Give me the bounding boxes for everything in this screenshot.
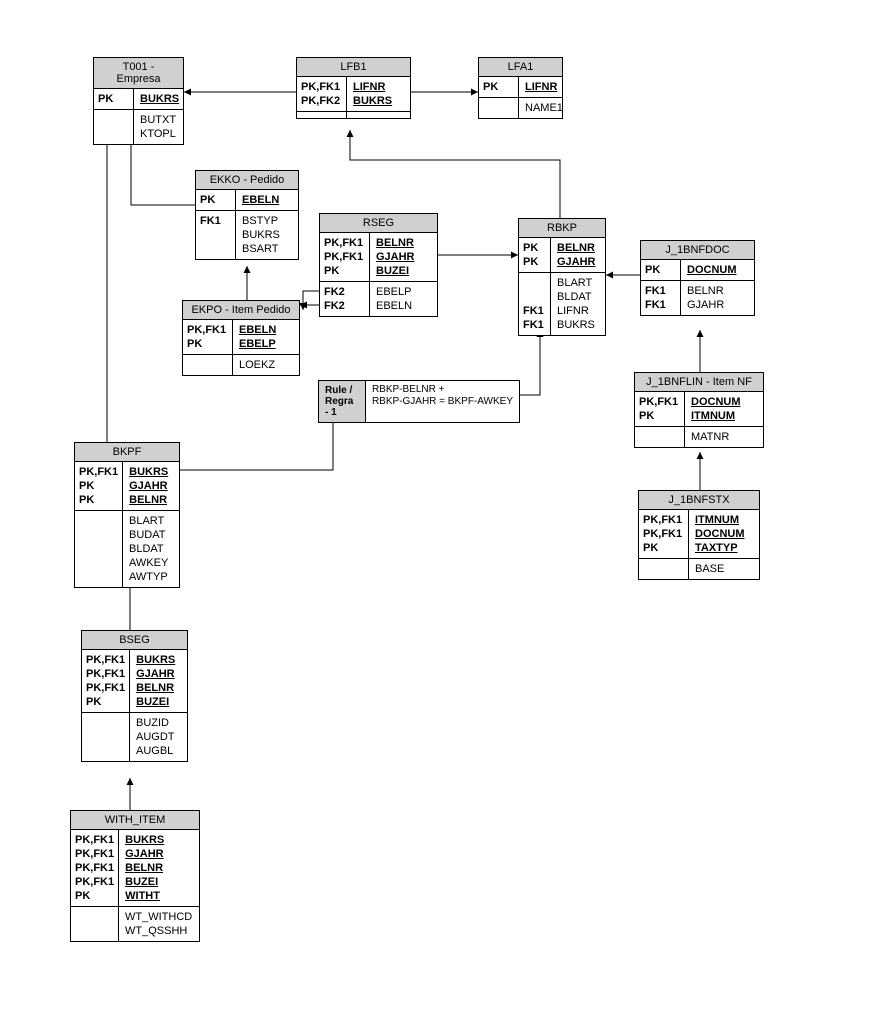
entity-title: BKPF <box>75 443 179 462</box>
attr-fields: MATNR <box>685 427 735 447</box>
attr-fields: BELNR GJAHR <box>681 281 730 315</box>
attr-fields: BASE <box>689 559 730 579</box>
attr-keys <box>82 713 130 761</box>
entity-title: EKKO - Pedido <box>196 171 298 190</box>
entity-title: LFA1 <box>479 58 562 77</box>
attr-keys <box>635 427 685 447</box>
attr-keys <box>297 112 347 118</box>
pk-keys: PK,FK1 PK <box>635 392 685 426</box>
attr-fields: BUZID AUGDT AUGBL <box>130 713 181 761</box>
pk-keys: PK,FK1 PK PK <box>75 462 123 510</box>
attr-keys <box>639 559 689 579</box>
entity-title: LFB1 <box>297 58 410 77</box>
attr-keys <box>479 98 519 118</box>
pk-fields: BUKRS GJAHR BELNR BUZEI WITHT <box>125 834 164 902</box>
entity-ekko: EKKO - Pedido PK EBELN FK1 BSTYP BUKRS B… <box>195 170 299 260</box>
entity-rseg: RSEG PK,FK1 PK,FK1 PK BELNR GJAHR BUZEI … <box>319 213 438 317</box>
entity-title: RBKP <box>519 219 605 238</box>
pk-fields: EBELN EBELP <box>239 324 276 350</box>
entity-lfb1: LFB1 PK,FK1 PK,FK2 LIFNR BUKRS <box>296 57 411 119</box>
entity-title: WITH_ITEM <box>71 811 199 830</box>
pk-fields: DOCNUM ITMNUM <box>691 396 741 422</box>
entity-withitem: WITH_ITEM PK,FK1 PK,FK1 PK,FK1 PK,FK1 PK… <box>70 810 200 942</box>
attr-keys: FK1 FK1 <box>641 281 681 315</box>
attr-keys <box>71 907 119 941</box>
attr-keys: FK1 <box>196 211 236 259</box>
attr-fields: NAME1 <box>519 98 569 118</box>
attr-fields: BSTYP BUKRS BSART <box>236 211 286 259</box>
note-label: Rule / Regra - 1 <box>319 381 366 422</box>
entity-j1bnflin: J_1BNFLIN - Item NF PK,FK1 PK DOCNUM ITM… <box>634 372 764 448</box>
pk-fields: ITMNUM DOCNUM TAXTYP <box>695 514 745 554</box>
entity-bkpf: BKPF PK,FK1 PK PK BUKRS GJAHR BELNR BLAR… <box>74 442 180 588</box>
entity-bseg: BSEG PK,FK1 PK,FK1 PK,FK1 PK BUKRS GJAHR… <box>81 630 188 762</box>
entity-ekpo: EKPO - Item Pedido PK,FK1 PK EBELN EBELP… <box>182 300 300 376</box>
pk-fields: BUKRS GJAHR BELNR BUZEI <box>136 654 175 708</box>
pk-keys: PK,FK1 PK,FK1 PK,FK1 PK <box>82 650 130 712</box>
pk-fields: DOCNUM <box>687 264 737 276</box>
entity-title: J_1BNFSTX <box>639 491 759 510</box>
pk-fields: BUKRS GJAHR BELNR <box>129 466 168 506</box>
attr-fields: BLART BLDAT LIFNR BUKRS <box>551 273 601 335</box>
pk-keys: PK <box>641 260 681 280</box>
pk-keys: PK,FK1 PK <box>183 320 233 354</box>
note-text: RBKP-BELNR + RBKP-GJAHR = BKPF-AWKEY <box>366 381 519 422</box>
rule-note: Rule / Regra - 1 RBKP-BELNR + RBKP-GJAHR… <box>318 380 520 423</box>
pk-keys: PK,FK1 PK,FK2 <box>297 77 347 111</box>
pk-keys: PK,FK1 PK,FK1 PK,FK1 PK,FK1 PK <box>71 830 119 906</box>
attr-keys: FK1 FK1 <box>519 273 551 335</box>
pk-fields: BELNR GJAHR BUZEI <box>376 237 415 277</box>
pk-keys: PK PK <box>519 238 551 272</box>
pk-fields: BUKRS <box>140 93 179 105</box>
attr-fields: WT_WITHCD WT_QSSHH <box>119 907 198 941</box>
pk-keys: PK,FK1 PK,FK1 PK <box>639 510 689 558</box>
er-diagram-canvas: T001 - Empresa PK BUKRS BUTXT KTOPL LFB1… <box>0 0 872 1032</box>
pk-fields: LIFNR BUKRS <box>353 81 392 107</box>
attr-fields: EBELP EBELN <box>370 282 418 316</box>
attr-keys <box>94 110 134 144</box>
attr-keys <box>75 511 123 587</box>
attr-fields: LOEKZ <box>233 355 281 375</box>
attr-fields <box>347 112 359 118</box>
attr-fields: BUTXT KTOPL <box>134 110 182 144</box>
entity-title: EKPO - Item Pedido <box>183 301 299 320</box>
pk-fields: BELNR GJAHR <box>557 242 596 268</box>
pk-keys: PK,FK1 PK,FK1 PK <box>320 233 370 281</box>
pk-keys: PK <box>94 89 134 109</box>
pk-keys: PK <box>196 190 236 210</box>
entity-lfa1: LFA1 PK LIFNR NAME1 <box>478 57 563 119</box>
attr-keys: FK2 FK2 <box>320 282 370 316</box>
entity-title: T001 - Empresa <box>94 58 183 89</box>
entity-title: J_1BNFLIN - Item NF <box>635 373 763 392</box>
entity-title: RSEG <box>320 214 437 233</box>
entity-j1bnfdoc: J_1BNFDOC PK DOCNUM FK1 FK1 BELNR GJAHR <box>640 240 755 316</box>
pk-fields: LIFNR <box>525 81 557 93</box>
entity-title: BSEG <box>82 631 187 650</box>
attr-keys <box>183 355 233 375</box>
entity-title: J_1BNFDOC <box>641 241 754 260</box>
pk-keys: PK <box>479 77 519 97</box>
attr-fields: BLART BUDAT BLDAT AWKEY AWTYP <box>123 511 174 587</box>
entity-t001: T001 - Empresa PK BUKRS BUTXT KTOPL <box>93 57 184 145</box>
entity-j1bnfstx: J_1BNFSTX PK,FK1 PK,FK1 PK ITMNUM DOCNUM… <box>638 490 760 580</box>
pk-fields: EBELN <box>242 194 279 206</box>
entity-rbkp: RBKP PK PK BELNR GJAHR FK1 FK1 BLART BLD… <box>518 218 606 336</box>
